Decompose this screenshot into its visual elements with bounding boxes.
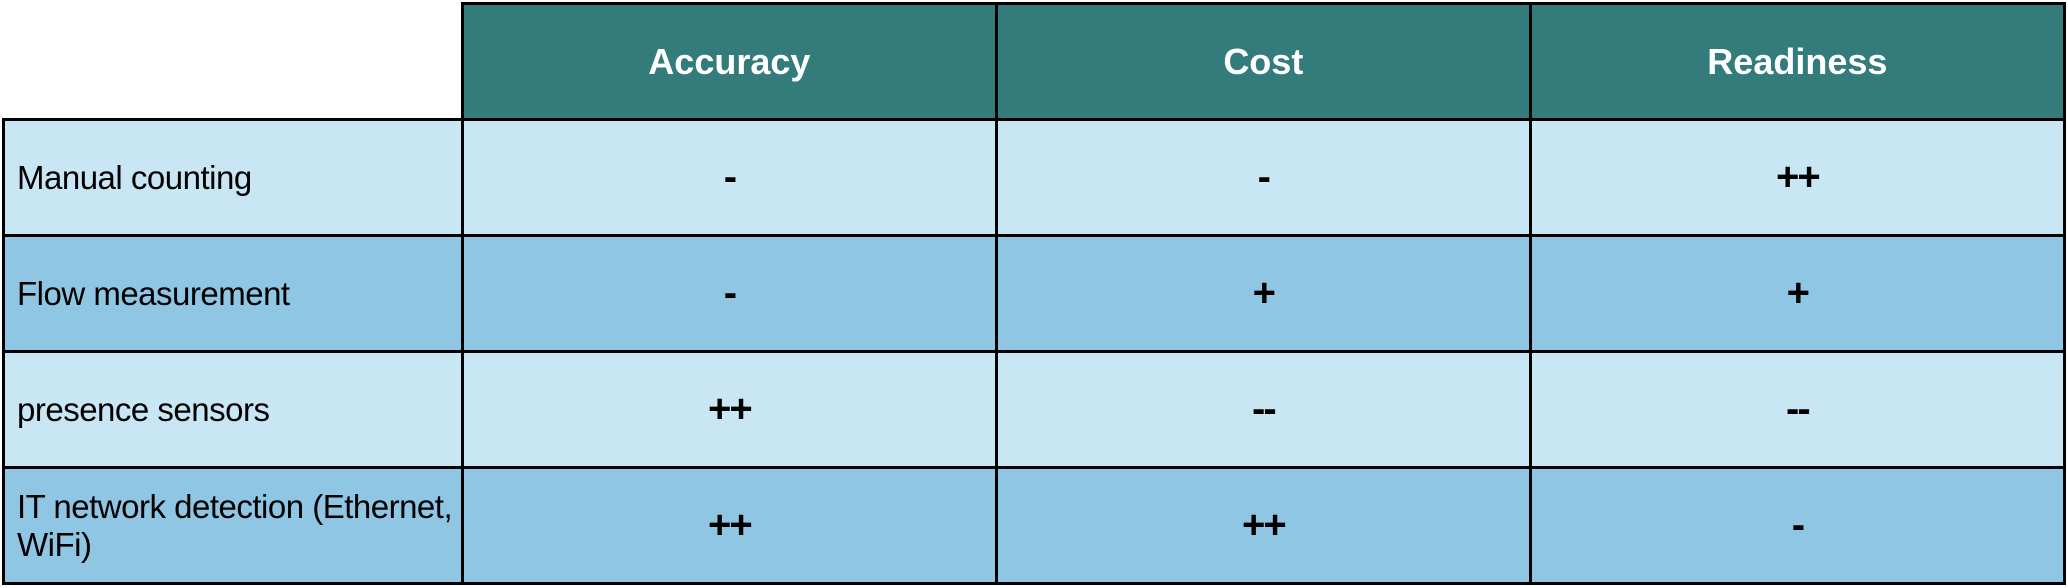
cell-value: + bbox=[996, 236, 1530, 352]
row-label: IT network detection (Ethernet, WiFi) bbox=[4, 468, 463, 584]
cell-value: -- bbox=[1530, 352, 2064, 468]
table-row: Manual counting - - ++ bbox=[4, 120, 2065, 236]
header-empty-cell bbox=[4, 4, 463, 120]
cell-value: ++ bbox=[1530, 120, 2064, 236]
row-label: Flow measurement bbox=[4, 236, 463, 352]
table-row: IT network detection (Ethernet, WiFi) ++… bbox=[4, 468, 2065, 584]
column-header: Accuracy bbox=[462, 4, 996, 120]
row-label: Manual counting bbox=[4, 120, 463, 236]
column-header: Readiness bbox=[1530, 4, 2064, 120]
cell-value: ++ bbox=[996, 468, 1530, 584]
table-header-row: Accuracy Cost Readiness bbox=[4, 4, 2065, 120]
cell-value: - bbox=[462, 120, 996, 236]
cell-value: - bbox=[996, 120, 1530, 236]
cell-value: ++ bbox=[462, 352, 996, 468]
table-row: presence sensors ++ -- -- bbox=[4, 352, 2065, 468]
comparison-table: Accuracy Cost Readiness Manual counting … bbox=[2, 2, 2066, 585]
column-header: Cost bbox=[996, 4, 1530, 120]
cell-value: + bbox=[1530, 236, 2064, 352]
cell-value: - bbox=[1530, 468, 2064, 584]
cell-value: -- bbox=[996, 352, 1530, 468]
cell-value: - bbox=[462, 236, 996, 352]
row-label: presence sensors bbox=[4, 352, 463, 468]
table-row: Flow measurement - + + bbox=[4, 236, 2065, 352]
cell-value: ++ bbox=[462, 468, 996, 584]
